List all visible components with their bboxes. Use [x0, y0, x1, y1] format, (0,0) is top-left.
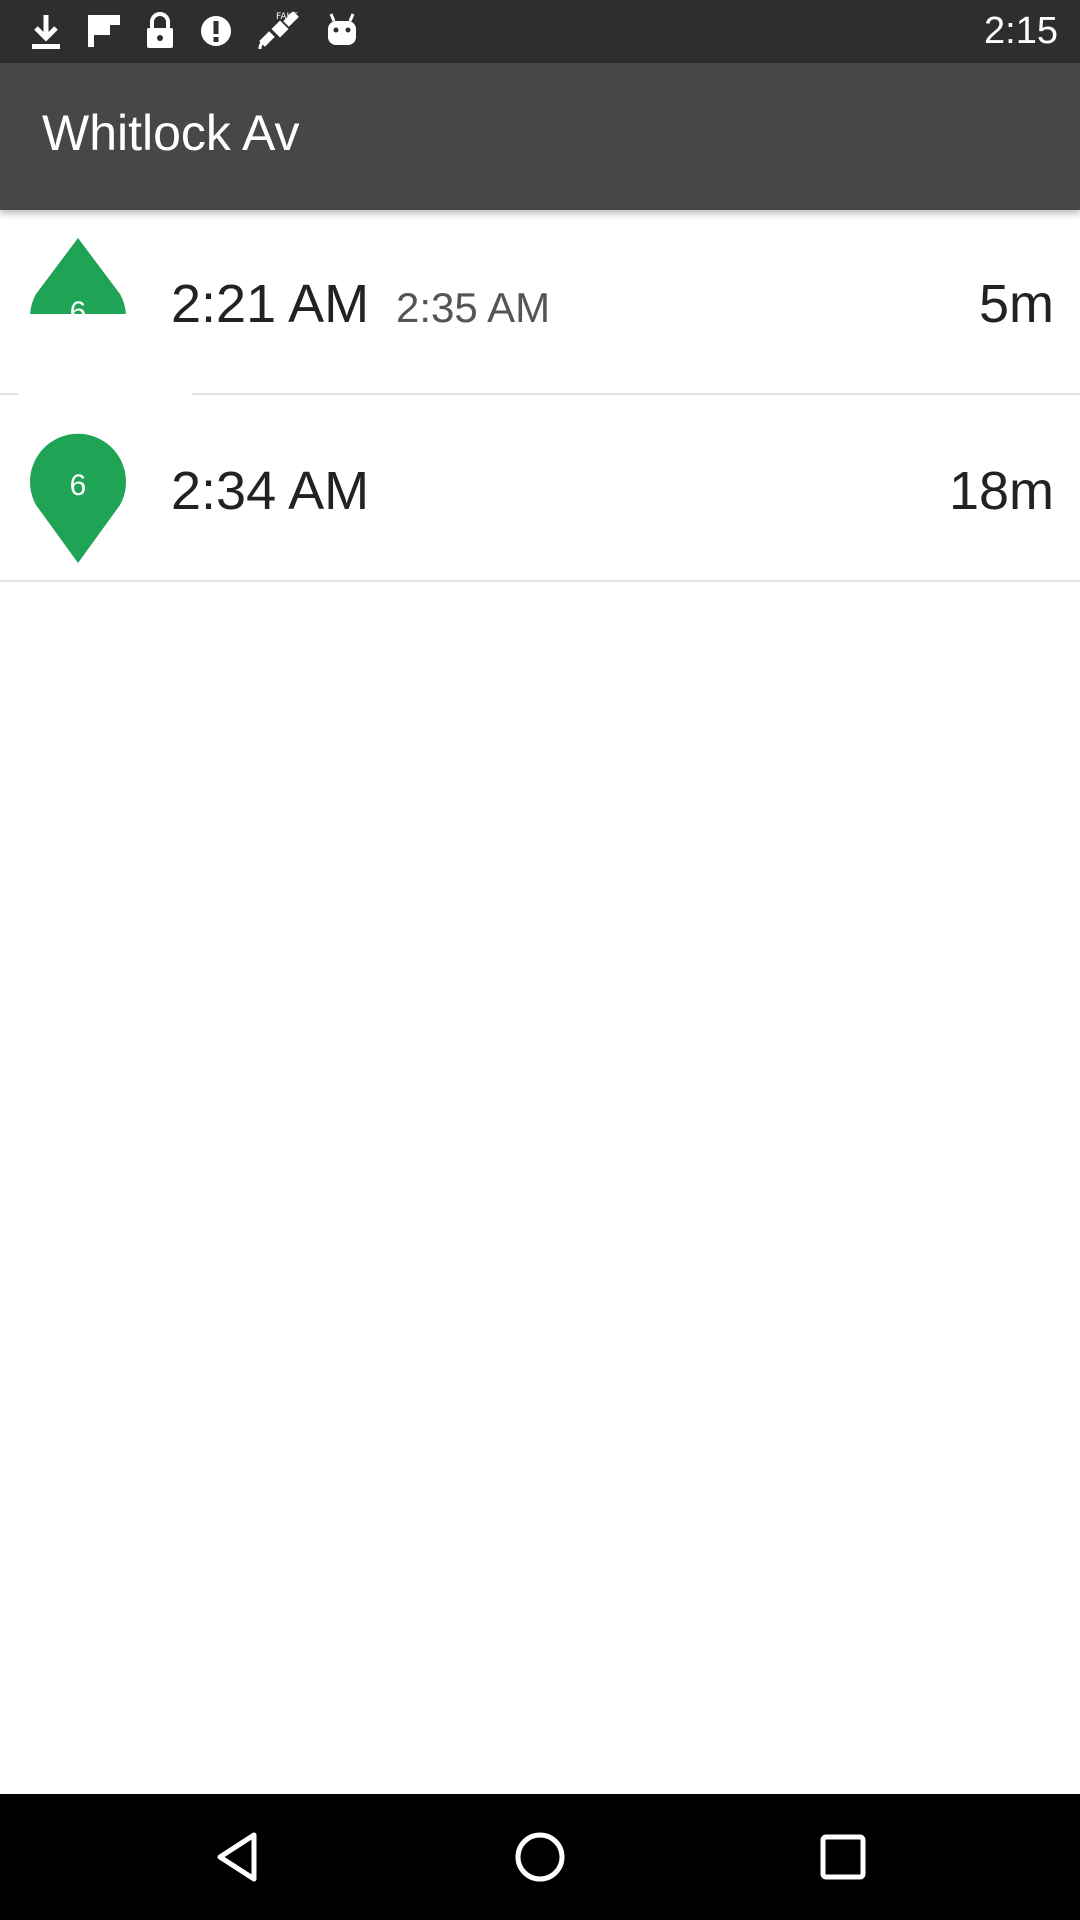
map-pin-down-icon: 6 — [28, 433, 128, 565]
page-title: Whitlock Av — [42, 105, 300, 161]
home-icon[interactable] — [512, 1829, 568, 1885]
duration: 18m — [948, 461, 1054, 521]
list-item[interactable]: 6 2:21 AM 2:35 AM 5m — [0, 210, 1080, 395]
start-time: 2:34 AM — [171, 461, 370, 521]
divider — [0, 580, 1080, 582]
download-icon — [28, 11, 64, 51]
trip-list: 6 2:21 AM 2:35 AM 5m 6 2:34 AM 18m — [0, 210, 1080, 582]
duration: 5m — [978, 274, 1054, 334]
svg-text:FAKE: FAKE — [276, 12, 298, 22]
flipboard-icon — [86, 11, 122, 51]
status-icons: FAKE — [28, 8, 360, 54]
status-bar: FAKE 2:15 — [0, 0, 1080, 63]
recents-icon[interactable] — [815, 1829, 871, 1885]
status-time: 2:15 — [984, 10, 1058, 52]
end-time: 2:35 AM — [396, 284, 551, 331]
app-bar: Whitlock Av — [0, 63, 1080, 210]
pin-badge: 6 — [70, 469, 87, 502]
lock-icon — [144, 11, 176, 51]
navigation-bar — [0, 1794, 1080, 1920]
info-circle-icon — [198, 11, 234, 51]
pin-badge: 6 — [70, 296, 87, 329]
satellite-icon: FAKE — [256, 9, 302, 53]
android-icon — [324, 11, 360, 51]
map-pin-up-icon: 6 — [28, 236, 128, 368]
back-icon[interactable] — [210, 1829, 266, 1885]
screen: FAKE 2:15 Whitlock Av 6 2:21 AM 2:35 AM … — [0, 0, 1080, 1920]
list-item[interactable]: 6 2:34 AM 18m — [0, 395, 1080, 582]
start-time: 2:21 AM — [171, 274, 370, 334]
